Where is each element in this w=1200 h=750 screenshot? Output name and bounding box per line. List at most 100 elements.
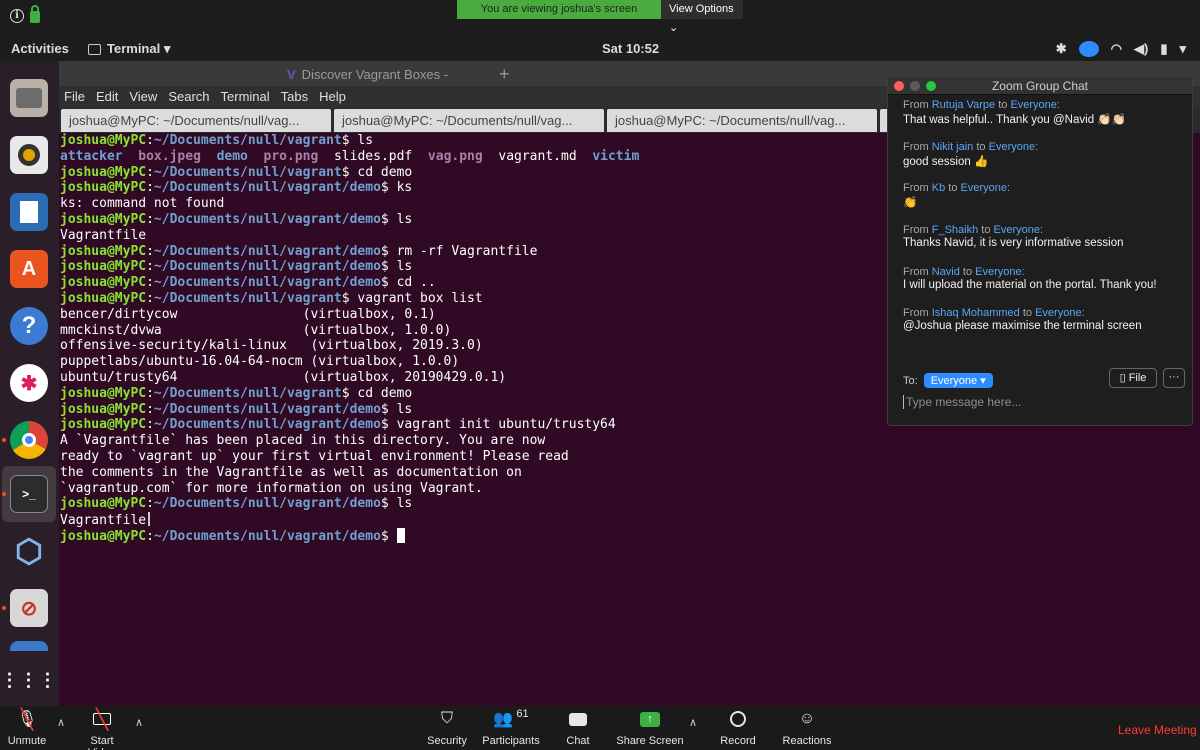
help-icon[interactable]: ? <box>10 307 48 345</box>
output-text: Vagrantfile <box>60 513 147 529</box>
slack-tray-icon[interactable]: ✱ <box>1056 41 1067 57</box>
security-button[interactable]: ⛉ Security <box>425 706 469 750</box>
start-video-button[interactable]: ╲ Start Video <box>75 706 129 750</box>
prompt-user: joshua@MyPC <box>60 211 147 227</box>
recipient-name[interactable]: Everyone: <box>994 224 1044 236</box>
file-button[interactable]: ▯ File <box>1109 368 1157 388</box>
sender-name[interactable]: Nikit jain <box>932 141 974 153</box>
video-off-icon: ╲ <box>75 706 129 732</box>
prompt-path: ~/Documents/null/vagrant/demo <box>153 211 381 227</box>
participants-button[interactable]: 👥 61 Participants <box>481 706 541 750</box>
minimize-icon[interactable] <box>910 81 920 91</box>
leave-meeting-button[interactable]: Leave Meeting <box>1118 723 1197 737</box>
message-text: @Joshua please maximise the terminal scr… <box>903 320 1142 333</box>
from-word: From <box>903 307 929 320</box>
to-word: to <box>1022 307 1033 320</box>
recipient-name[interactable]: Everyone: <box>1010 99 1060 111</box>
files-icon[interactable] <box>10 79 48 117</box>
info-icon[interactable]: i <box>10 9 24 23</box>
menu-edit[interactable]: Edit <box>96 86 118 108</box>
power-menu-icon[interactable]: ▾ <box>1179 41 1186 57</box>
mouse-ibeam-icon <box>148 512 151 527</box>
recipient-name[interactable]: Everyone: <box>1035 307 1085 319</box>
sender-name[interactable]: Ishaq Mohammed <box>932 307 1020 319</box>
app-menu[interactable]: Terminal ▾ <box>88 41 170 57</box>
partial-app-icon[interactable] <box>10 641 48 651</box>
terminal-tab-2[interactable]: joshua@MyPC: ~/Documents/null/vag... <box>334 109 604 132</box>
blocked-app-icon[interactable]: ⊘ <box>10 589 48 627</box>
view-options-button[interactable]: View Options ⌄ <box>661 0 743 34</box>
video-options-icon[interactable]: ∧ <box>135 716 143 729</box>
viewing-banner: You are viewing joshua's screen <box>457 0 661 19</box>
chat-message: From Ishaq Mohammed to Everyone: @Joshua … <box>903 307 1188 349</box>
menu-terminal[interactable]: Terminal <box>221 86 270 108</box>
to-word: to <box>981 224 991 237</box>
ls-entry: victim <box>592 148 640 164</box>
command-text: ls <box>396 211 413 227</box>
menu-search[interactable]: Search <box>168 86 209 108</box>
prompt-dollar: $ <box>380 401 397 417</box>
slack-icon[interactable]: ✱ <box>10 364 48 402</box>
sender-name[interactable]: F_Shaikh <box>932 224 978 236</box>
reactions-button[interactable]: ☺ Reactions <box>782 706 832 750</box>
show-apps-icon[interactable]: ⋮⋮⋮ <box>1 661 57 699</box>
menu-view[interactable]: View <box>129 86 157 108</box>
prompt-user: joshua@MyPC <box>60 496 147 512</box>
activities-button[interactable]: Activities <box>11 41 69 56</box>
recipient-name[interactable]: Everyone: <box>975 266 1025 278</box>
to-label: To: <box>903 374 918 387</box>
start-video-label: Start Video <box>88 735 116 750</box>
command-text: ls <box>396 259 413 275</box>
terminal-line: joshua@MyPC:~/Documents/null/vagrant/dem… <box>60 527 1200 544</box>
menu-file[interactable]: File <box>64 86 85 108</box>
maximize-icon[interactable] <box>926 81 936 91</box>
recipient-dropdown[interactable]: Everyone ▾ <box>923 373 993 388</box>
clock[interactable]: Sat 10:52 <box>602 41 659 56</box>
share-options-icon[interactable]: ∧ <box>689 716 697 729</box>
lock-icon[interactable] <box>30 5 40 23</box>
background-browser-tab[interactable]: V Discover Vagrant Boxes - <box>287 67 448 82</box>
virtualbox-icon[interactable]: ⬡ <box>10 532 48 570</box>
sender-name[interactable]: Rutuja Varpe <box>932 99 995 111</box>
ls-entry: box.jpeg <box>138 148 201 164</box>
record-button[interactable]: Record <box>718 706 758 750</box>
audio-options-icon[interactable]: ∧ <box>57 716 65 729</box>
unmute-button[interactable]: 🎙 ╲ Unmute <box>5 706 49 750</box>
menu-tabs[interactable]: Tabs <box>281 86 308 108</box>
recipient-name[interactable]: Everyone: <box>989 141 1039 153</box>
chat-button[interactable]: Chat <box>560 706 596 750</box>
sender-name[interactable]: Kb <box>932 182 945 194</box>
new-browser-tab-icon[interactable]: + <box>499 64 510 85</box>
more-options-button[interactable]: ··· <box>1163 368 1185 388</box>
zoom-top-bar: i You are viewing joshua's screen View O… <box>0 0 1200 37</box>
close-icon[interactable] <box>894 81 904 91</box>
battery-icon[interactable]: ▮ <box>1160 41 1167 57</box>
prompt-colon: : <box>146 275 154 291</box>
mic-muted-icon: 🎙 ╲ <box>16 708 38 731</box>
prompt-colon: : <box>146 243 154 259</box>
volume-icon[interactable]: ◀) <box>1134 41 1148 57</box>
terminal-line: joshua@MyPC:~/Documents/null/vagrant/dem… <box>60 496 1200 512</box>
chat-message: From Nikit jain to Everyone: good session… <box>903 141 1188 183</box>
chrome-icon[interactable] <box>10 421 48 459</box>
zoom-tray-icon[interactable] <box>1078 41 1099 57</box>
menu-help[interactable]: Help <box>319 86 346 108</box>
software-center-icon[interactable]: A <box>10 250 48 288</box>
terminal-tab-1[interactable]: joshua@MyPC: ~/Documents/null/vag... <box>61 109 331 132</box>
terminal-tab-3[interactable]: joshua@MyPC: ~/Documents/null/vag... <box>607 109 877 132</box>
share-screen-icon: ↑ <box>616 706 684 732</box>
chat-message-input[interactable]: Type message here... <box>903 395 1183 409</box>
recipient-name[interactable]: Everyone: <box>961 182 1011 194</box>
rhythmbox-icon[interactable] <box>10 136 48 174</box>
vagrant-logo-icon: V <box>287 67 296 82</box>
libreoffice-writer-icon[interactable] <box>10 193 48 231</box>
share-screen-button[interactable]: ↑ Share Screen <box>616 706 684 750</box>
terminal-icon[interactable]: >_ <box>10 475 48 513</box>
prompt-colon: : <box>146 290 154 306</box>
sender-name[interactable]: Navid <box>932 266 960 278</box>
wifi-icon[interactable]: ◠ <box>1111 41 1122 57</box>
system-tray[interactable]: ✱ ◠ ◀) ▮ ▾ <box>1056 41 1186 57</box>
prompt-colon: : <box>146 259 154 275</box>
output-text: ready to `vagrant up` your first virtual… <box>60 448 569 464</box>
command-text: rm -rf Vagrantfile <box>396 243 538 259</box>
